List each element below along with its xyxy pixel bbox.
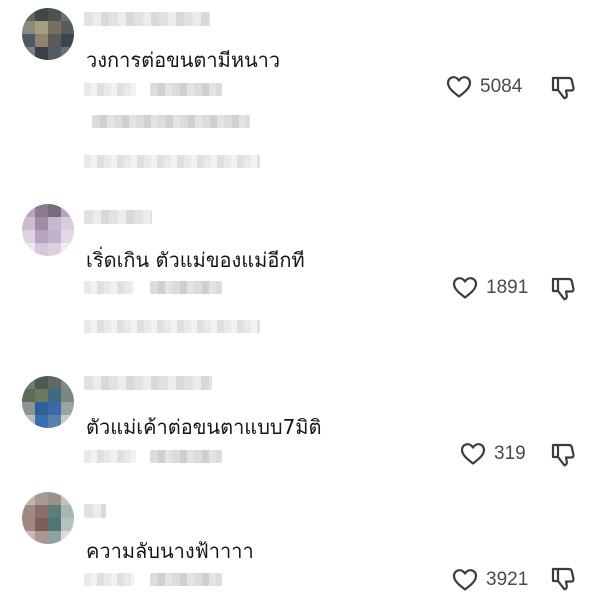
reply-button-blurred[interactable] xyxy=(150,83,222,96)
translation-blurred xyxy=(92,115,250,128)
dislike-button[interactable] xyxy=(550,442,576,472)
comment-item: ความลับนางฟ้าาาา 3921 xyxy=(0,480,600,599)
comment-text: ตัวแม่เค้าต่อขนตาแบบ7มิติ xyxy=(86,415,322,439)
heart-outline-icon xyxy=(460,443,486,465)
view-replies-blurred[interactable] xyxy=(84,320,260,333)
avatar[interactable] xyxy=(22,8,74,60)
reply-button-blurred[interactable] xyxy=(150,573,222,586)
like-count: 3921 xyxy=(486,569,529,590)
like-count: 1891 xyxy=(486,277,529,298)
reply-button-blurred[interactable] xyxy=(150,281,222,294)
dislike-button[interactable] xyxy=(550,566,576,596)
comment-item: ตัวแม่เค้าต่อขนตาแบบ7มิติ 319 xyxy=(0,360,600,480)
comment-text: วงการต่อขนตามีหนาว xyxy=(86,48,281,72)
like-button[interactable]: 5084 xyxy=(446,75,522,99)
thumbs-down-outline-icon xyxy=(551,443,575,467)
like-button[interactable]: 1891 xyxy=(452,276,528,300)
comment-item: วงการต่อขนตามีหนาว 5084 xyxy=(0,0,600,190)
heart-outline-icon xyxy=(452,277,478,299)
timestamp-blurred xyxy=(84,281,134,294)
thumbs-down-outline-icon xyxy=(551,567,575,591)
dislike-button[interactable] xyxy=(550,75,576,105)
like-count: 5084 xyxy=(480,76,523,97)
timestamp-blurred xyxy=(84,450,136,463)
username-blurred[interactable] xyxy=(84,376,212,390)
avatar[interactable] xyxy=(22,492,74,544)
username-blurred[interactable] xyxy=(84,504,106,518)
avatar[interactable] xyxy=(22,376,74,428)
like-button[interactable]: 3921 xyxy=(452,568,528,592)
timestamp-blurred xyxy=(84,83,136,96)
like-button[interactable]: 319 xyxy=(460,442,526,466)
timestamp-blurred xyxy=(84,573,134,586)
username-blurred[interactable] xyxy=(84,12,210,26)
avatar[interactable] xyxy=(22,204,74,256)
thumbs-down-outline-icon xyxy=(551,277,575,301)
heart-outline-icon xyxy=(446,76,472,98)
comment-text: ความลับนางฟ้าาาา xyxy=(86,539,254,563)
comment-item: เริ่ดเกิน ตัวแม่ของแม่อีกที 1891 xyxy=(0,190,600,360)
comment-text: เริ่ดเกิน ตัวแม่ของแม่อีกที xyxy=(86,248,305,272)
thumbs-down-outline-icon xyxy=(551,76,575,100)
username-blurred[interactable] xyxy=(84,210,152,224)
reply-button-blurred[interactable] xyxy=(150,450,222,463)
like-count: 319 xyxy=(494,443,526,464)
dislike-button[interactable] xyxy=(550,276,576,306)
view-replies-blurred[interactable] xyxy=(84,155,260,168)
heart-outline-icon xyxy=(452,569,478,591)
